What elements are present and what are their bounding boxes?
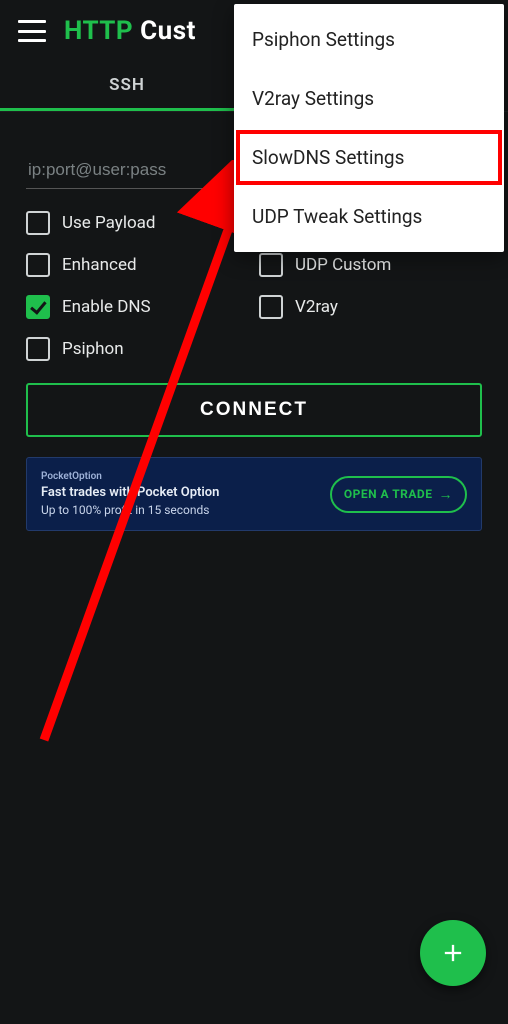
menu-item-label: UDP Tweak Settings [252, 205, 422, 228]
menu-item-udp-tweak[interactable]: UDP Tweak Settings [234, 187, 504, 246]
check-udp-custom[interactable]: UDP Custom [259, 253, 482, 277]
menu-item-slowdns[interactable]: SlowDNS Settings [234, 128, 504, 187]
ad-brand: PocketOption [41, 471, 219, 482]
menu-item-psiphon[interactable]: Psiphon Settings [234, 10, 504, 69]
connect-button[interactable]: CONNECT [26, 383, 482, 437]
app-title-part2: Cust [140, 16, 196, 46]
tab-label: SSH [109, 75, 145, 95]
plus-icon [439, 939, 467, 967]
check-label: Use Payload [62, 213, 156, 233]
tab-ssh[interactable]: SSH [0, 62, 254, 111]
menu-icon[interactable] [18, 20, 46, 42]
check-use-payload[interactable]: Use Payload [26, 211, 249, 235]
arrow-right-icon: → [439, 486, 454, 503]
check-label: Psiphon [62, 339, 124, 359]
checkbox-icon [26, 295, 50, 319]
menu-item-label: SlowDNS Settings [252, 146, 404, 169]
ad-cta-label: OPEN A TRADE [344, 487, 433, 501]
ad-banner[interactable]: PocketOption Fast trades with Pocket Opt… [26, 457, 482, 531]
ad-cta-button[interactable]: OPEN A TRADE → [330, 476, 467, 513]
check-label: UDP Custom [295, 255, 391, 275]
checkbox-icon [259, 295, 283, 319]
check-v2ray[interactable]: V2ray [259, 295, 482, 319]
ad-line1: Fast trades with Pocket Option [41, 485, 219, 500]
connect-label: CONNECT [200, 399, 308, 420]
app-title-part1: HTTP [64, 16, 133, 46]
checkbox-icon [26, 253, 50, 277]
checkbox-icon [26, 211, 50, 235]
fab-add-button[interactable] [420, 920, 486, 986]
menu-item-label: Psiphon Settings [252, 28, 395, 51]
check-enable-dns[interactable]: Enable DNS [26, 295, 249, 319]
check-psiphon[interactable]: Psiphon [26, 337, 249, 361]
check-label: Enhanced [62, 255, 137, 275]
settings-menu: Psiphon Settings V2ray Settings SlowDNS … [234, 4, 504, 252]
app-title: HTTP Cust [64, 16, 196, 46]
check-label: Enable DNS [62, 297, 151, 317]
ad-text: PocketOption Fast trades with Pocket Opt… [41, 471, 219, 517]
checkbox-icon [26, 337, 50, 361]
checkbox-icon [259, 253, 283, 277]
check-label: V2ray [295, 297, 338, 317]
menu-item-v2ray[interactable]: V2ray Settings [234, 69, 504, 128]
check-enhanced[interactable]: Enhanced [26, 253, 249, 277]
menu-item-label: V2ray Settings [252, 87, 374, 110]
ad-line2: Up to 100% profit in 15 seconds [41, 503, 219, 517]
